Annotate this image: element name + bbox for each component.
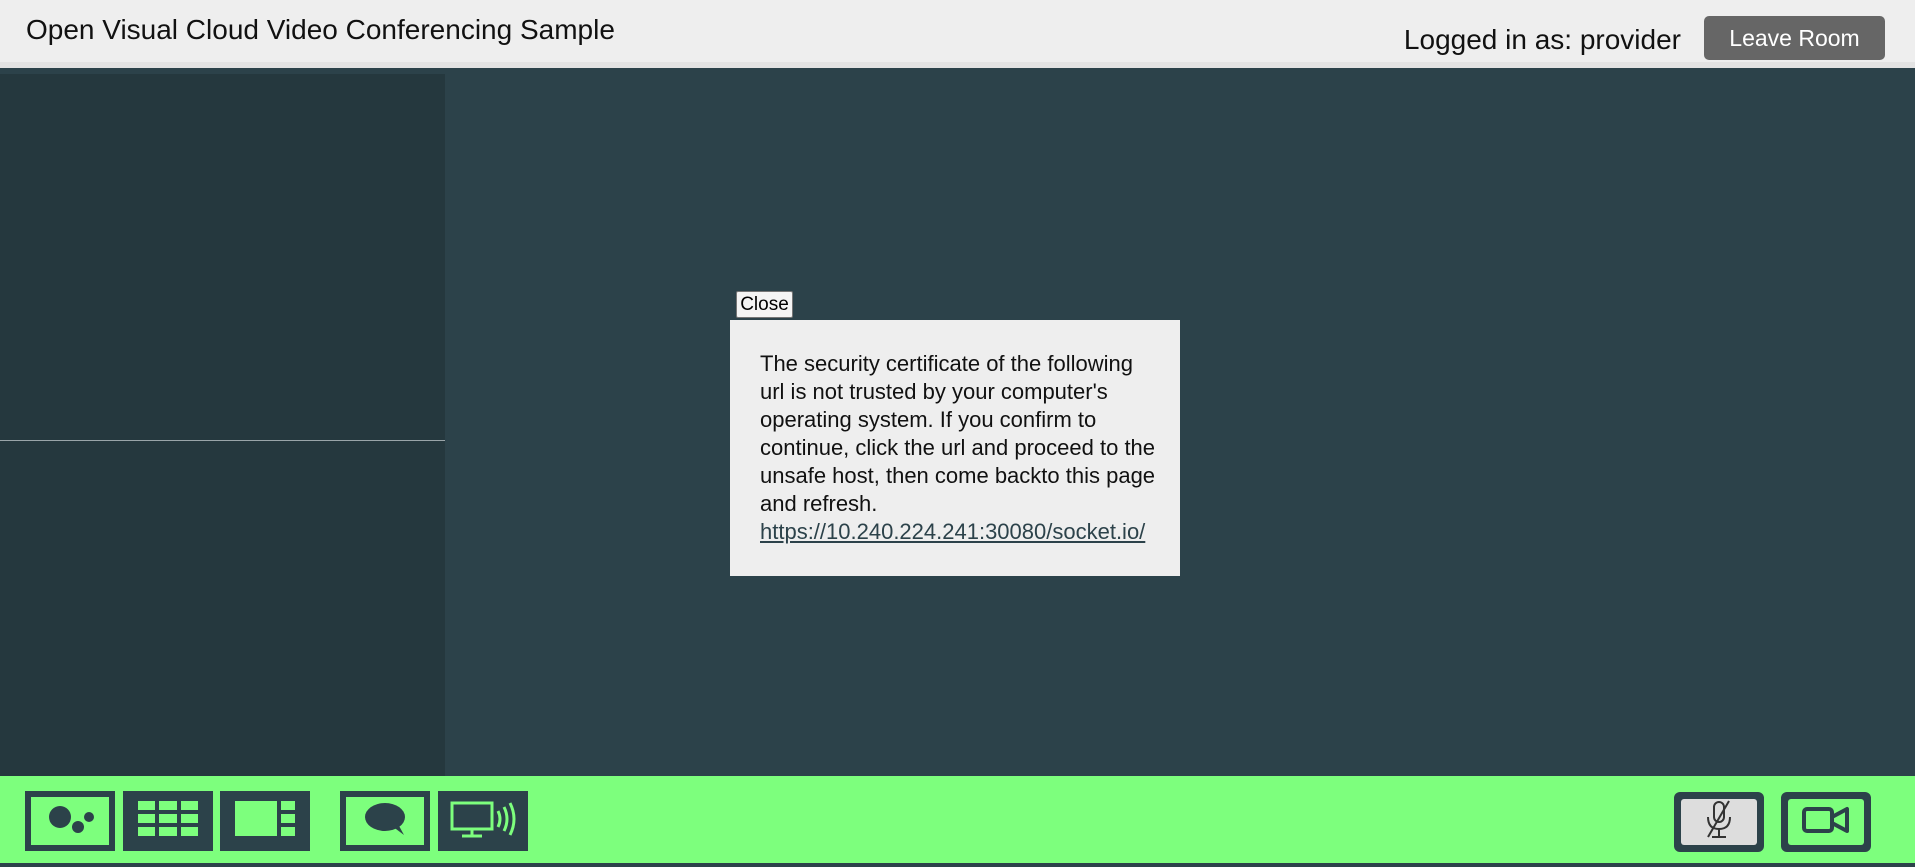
video-camera-button[interactable]: [1781, 792, 1871, 852]
dialog-message: The security certificate of the followin…: [760, 351, 1156, 516]
dialog-message-block: The security certificate of the followin…: [760, 350, 1160, 546]
speaker-layout-icon: [40, 799, 100, 844]
chat-button[interactable]: [340, 791, 430, 851]
sidebar-layout-button[interactable]: [220, 791, 310, 851]
screen-share-button[interactable]: [438, 791, 528, 851]
dialog-close-button[interactable]: Close: [736, 291, 793, 318]
main-video-area: [445, 74, 1915, 776]
leave-room-button[interactable]: Leave Room: [1704, 16, 1885, 60]
chat-icon: [360, 799, 410, 844]
certificate-warning-dialog: The security certificate of the followin…: [730, 320, 1180, 576]
participant-tile-top: [0, 74, 445, 440]
grid-layout-icon: [136, 797, 200, 846]
participant-panel: [0, 74, 445, 776]
mic-muted-icon: [1699, 799, 1739, 846]
logged-in-status: Logged in as: provider: [1403, 24, 1681, 55]
speaker-layout-button[interactable]: [25, 791, 115, 851]
top-header: Open Visual Cloud Video Conferencing Sam…: [0, 0, 1915, 68]
bottom-toolbar: [0, 776, 1915, 867]
mute-microphone-button[interactable]: [1674, 792, 1764, 852]
screen-share-icon: [448, 797, 518, 846]
video-camera-icon: [1801, 803, 1851, 842]
sidebar-layout-icon: [233, 797, 297, 846]
grid-layout-button[interactable]: [123, 791, 213, 851]
app-title: Open Visual Cloud Video Conferencing Sam…: [26, 14, 615, 45]
footer-bottom-edge: [0, 863, 1915, 867]
participant-tile-bottom: [0, 441, 445, 776]
certificate-url-link[interactable]: https://10.240.224.241:30080/socket.io/: [760, 518, 1160, 546]
